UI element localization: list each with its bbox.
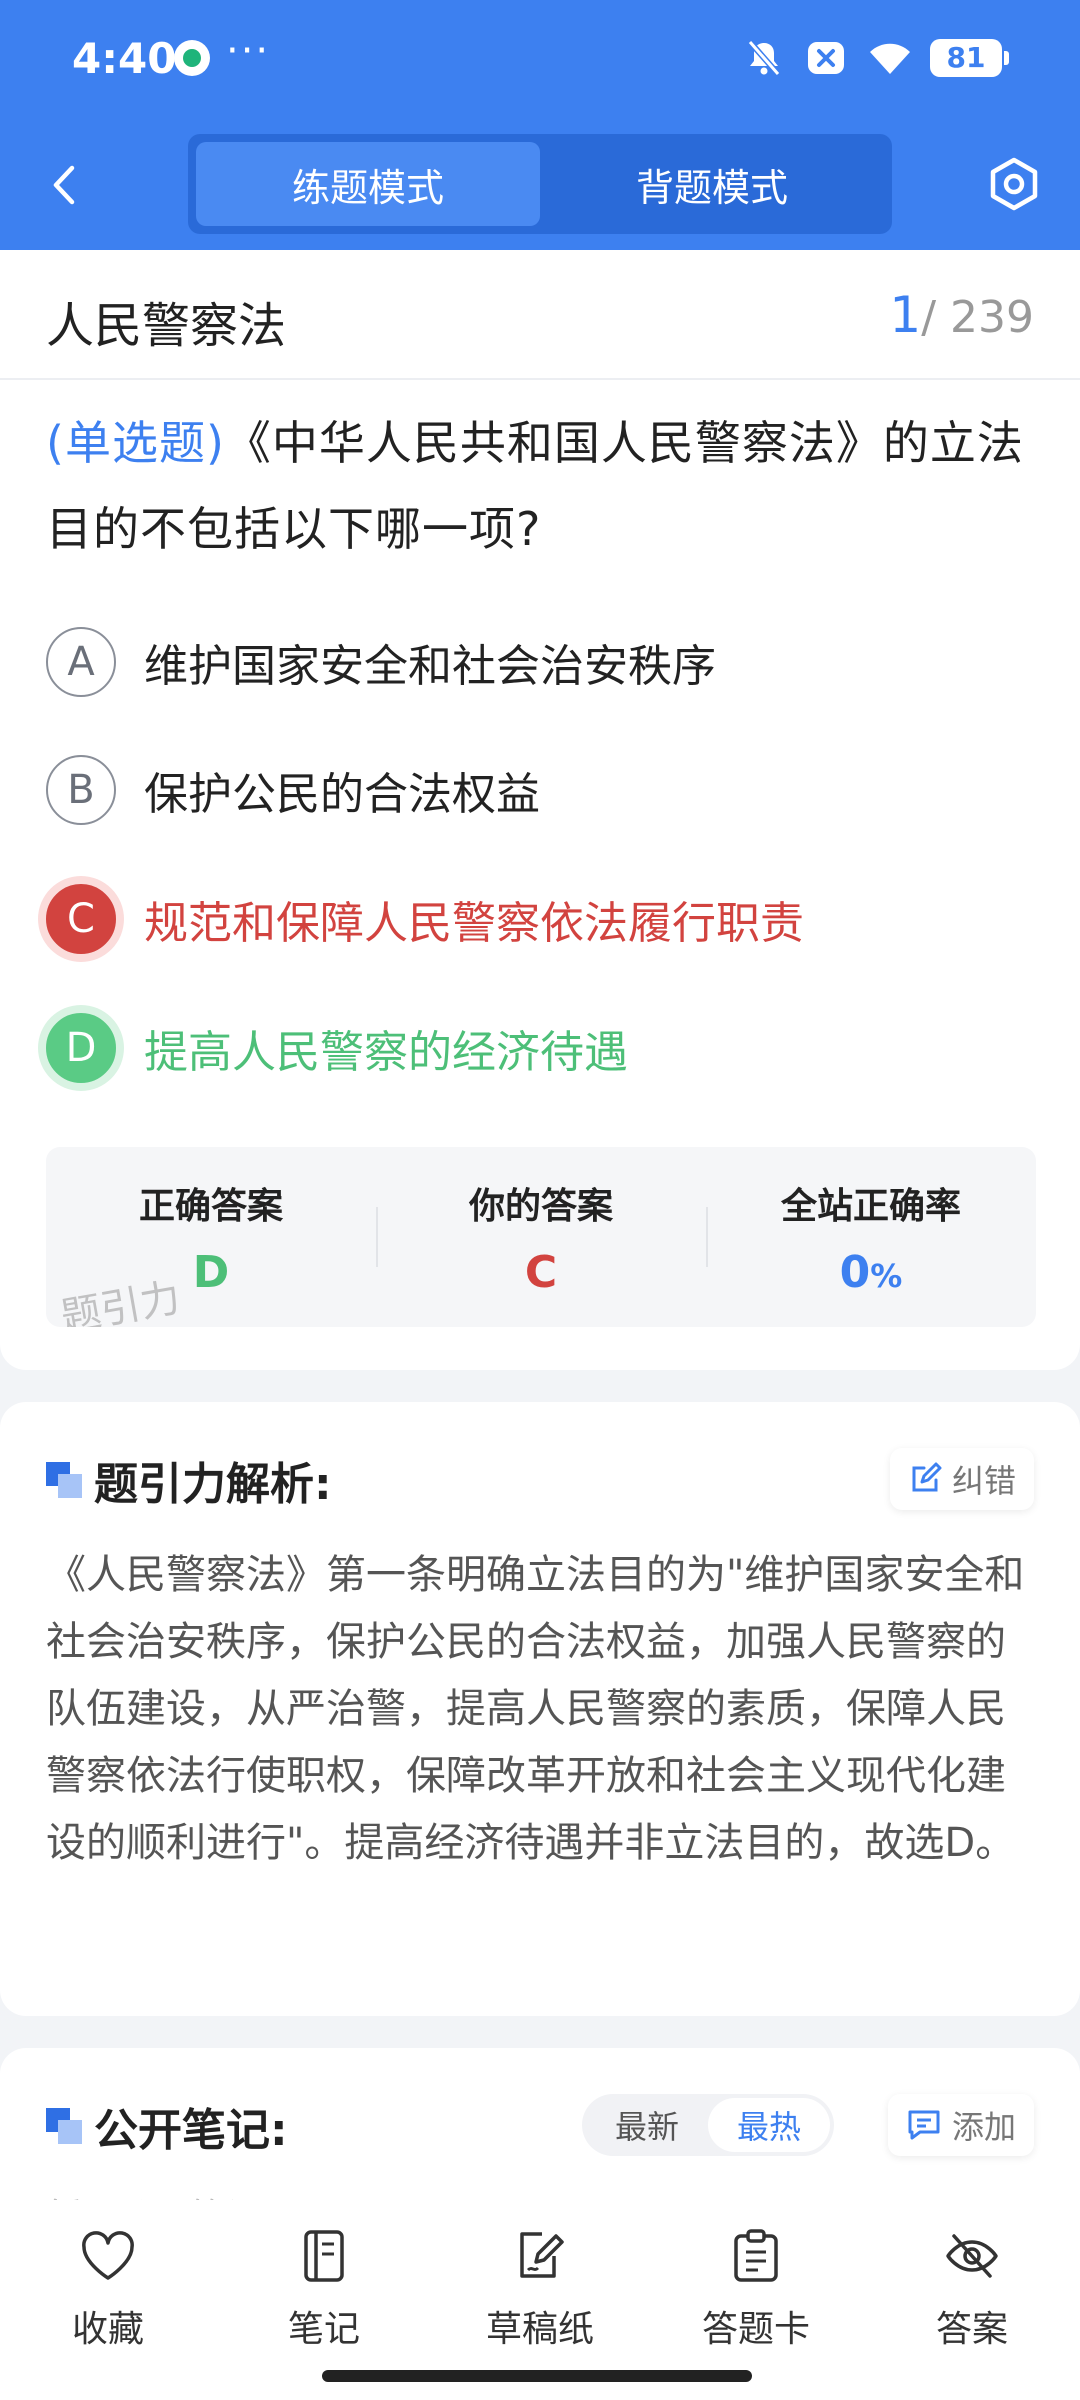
mode-switch: 练题模式 背题模式 xyxy=(188,134,892,234)
tab-practice-mode[interactable]: 练题模式 xyxy=(196,142,540,226)
add-note-label: 添加 xyxy=(951,2108,1016,2146)
wifi-icon xyxy=(868,38,910,78)
title-row: 人民警察法 1/ 239 xyxy=(0,250,1080,380)
question-text: (单选题)《中华人民共和国人民警察法》的立法目的不包括以下哪一项? xyxy=(46,400,1036,572)
add-note-button[interactable]: 添加 xyxy=(887,2094,1034,2156)
close-notice-icon xyxy=(806,38,846,78)
option-text: 规范和保障人民警察依法履行职责 xyxy=(144,898,804,949)
draft-pen-icon xyxy=(520,2232,564,2278)
total-questions: / 239 xyxy=(921,292,1034,343)
correct-answer-column: 正确答案 D 题引力 xyxy=(46,1147,376,1327)
section-squares-icon xyxy=(46,1462,82,1498)
tab-memorize-mode[interactable]: 背题模式 xyxy=(540,142,884,226)
question-card: 人民警察法 1/ 239 (单选题)《中华人民共和国人民警察法》的立法目的不包括… xyxy=(0,250,1080,1370)
option-letter: A xyxy=(46,627,116,697)
option-letter: C xyxy=(46,884,116,954)
report-error-button[interactable]: 纠错 xyxy=(889,1448,1034,1510)
bell-muted-icon xyxy=(744,38,784,78)
draft-paper-label: 草稿纸 xyxy=(485,2309,594,2350)
more-notifications-icon: ··· xyxy=(226,28,271,74)
option-a[interactable]: A 维护国家安全和社会治安秩序 xyxy=(46,617,1036,707)
comment-icon xyxy=(908,2110,940,2140)
answer-sheet-label: 答题卡 xyxy=(701,2309,810,2350)
option-letter: B xyxy=(46,755,116,825)
chevron-left-icon xyxy=(53,165,75,205)
accuracy-rate-unit: % xyxy=(870,1257,903,1295)
favorite-label: 收藏 xyxy=(71,2309,144,2350)
sort-newest[interactable]: 最新 xyxy=(586,2098,708,2152)
option-text: 保护公民的合法权益 xyxy=(144,769,540,820)
analysis-card: 题引力解析: 纠错 《人民警察法》第一条明确立法目的为"维护国家安全和社会治安秩… xyxy=(0,1402,1080,2016)
answer-summary: 正确答案 D 题引力 你的答案 C 全站正确率 0% xyxy=(46,1147,1036,1327)
status-time: 4:40 xyxy=(72,34,177,83)
your-answer-label: 你的答案 xyxy=(468,1186,613,1227)
option-letter: D xyxy=(46,1013,116,1083)
current-question-number: 1 xyxy=(889,286,922,344)
your-answer-column: 你的答案 C xyxy=(376,1147,706,1327)
analysis-title: 题引力解析: xyxy=(94,1459,332,1510)
option-text: 维护国家安全和社会治安秩序 xyxy=(144,641,716,692)
accuracy-rate-column: 全站正确率 0% xyxy=(706,1147,1036,1327)
sort-hottest[interactable]: 最热 xyxy=(708,2098,830,2152)
back-button[interactable] xyxy=(38,158,92,212)
app-notification-icon xyxy=(174,40,210,76)
favorite-button[interactable]: 收藏 xyxy=(0,2200,216,2400)
accuracy-rate-value: 0% xyxy=(706,1247,1036,1298)
analysis-text: 《人民警察法》第一条明确立法目的为"维护国家安全和社会治安秩序，保护公民的合法权… xyxy=(46,1552,1025,1866)
section-squares-icon xyxy=(46,2108,82,2144)
option-d[interactable]: D 提高人民警察的经济待遇 xyxy=(46,1003,1036,1093)
status-icons: 81 xyxy=(744,38,1009,78)
hide-answer-label: 答案 xyxy=(935,2309,1008,2350)
option-c[interactable]: C 规范和保障人民警察依法履行职责 xyxy=(46,874,1036,964)
nav-bar: 练题模式 背题模式 xyxy=(0,120,1080,250)
hide-answer-button[interactable]: 答案 xyxy=(864,2200,1080,2400)
home-indicator[interactable] xyxy=(322,2370,752,2382)
correct-answer-label: 正确答案 xyxy=(138,1186,283,1227)
accuracy-rate-number: 0 xyxy=(839,1247,871,1298)
heart-icon xyxy=(82,2231,134,2280)
battery-indicator: 81 xyxy=(930,39,1009,77)
notes-label: 笔记 xyxy=(287,2309,360,2350)
chapter-title: 人民警察法 xyxy=(46,298,287,354)
accuracy-rate-label: 全站正确率 xyxy=(780,1186,961,1227)
eye-off-icon xyxy=(946,2234,998,2278)
question-progress: 1/ 239 xyxy=(889,286,1034,344)
report-error-label: 纠错 xyxy=(951,1462,1016,1500)
notes-sort-toggle: 最新 最热 xyxy=(582,2094,834,2156)
notebook-icon xyxy=(304,2230,344,2282)
notes-title: 公开笔记: xyxy=(94,2105,288,2156)
settings-hexagon-icon xyxy=(990,157,1038,211)
option-text: 提高人民警察的经济待遇 xyxy=(144,1027,628,1078)
option-b[interactable]: B 保护公民的合法权益 xyxy=(46,745,1036,835)
clipboard-icon xyxy=(734,2229,778,2282)
your-answer-value: C xyxy=(524,1247,558,1298)
settings-button[interactable] xyxy=(984,154,1044,214)
edit-icon xyxy=(912,1462,942,1492)
question-type: (单选题) xyxy=(46,416,225,470)
status-bar: 4:40 ··· 81 xyxy=(0,0,1080,120)
